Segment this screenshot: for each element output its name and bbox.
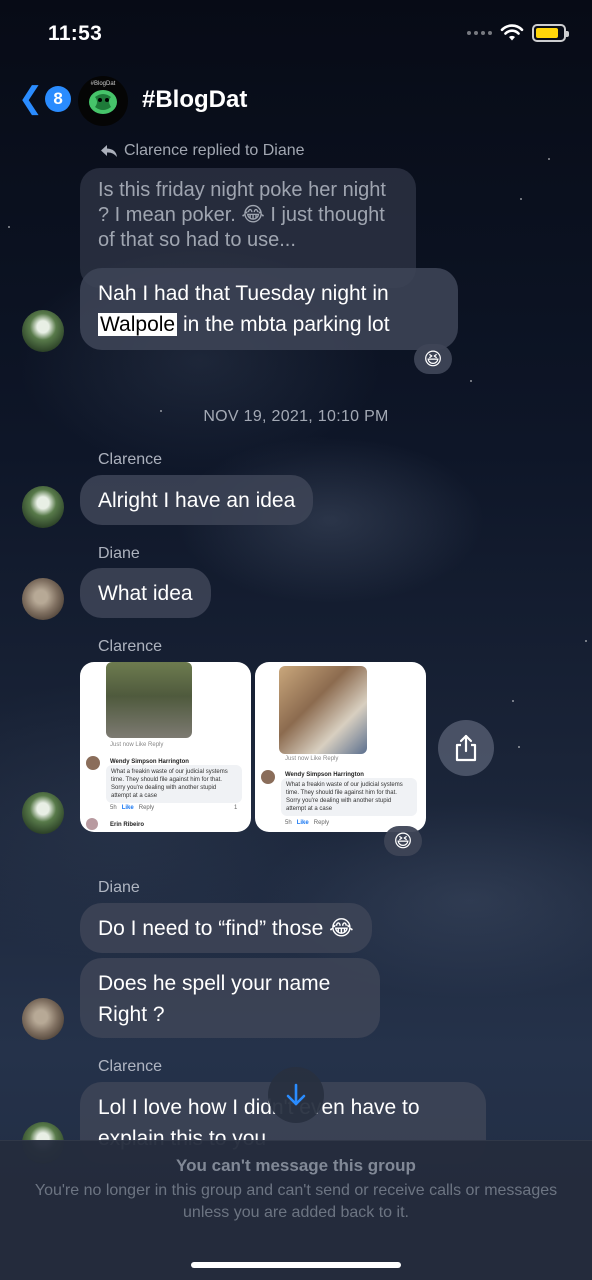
home-indicator[interactable] bbox=[191, 1262, 401, 1268]
quoted-message-text: Is this friday night poke her night ? I … bbox=[98, 179, 386, 251]
avatar[interactable] bbox=[22, 310, 64, 352]
message-bubble[interactable]: What idea bbox=[80, 568, 211, 618]
avatar bbox=[261, 770, 275, 784]
image-attachment[interactable]: Just now Like Reply Wendy Simpson Harrin… bbox=[80, 662, 251, 832]
group-logo-icon bbox=[89, 90, 117, 114]
status-icons bbox=[467, 24, 569, 42]
reaction-badge[interactable]: 😆 bbox=[384, 826, 422, 856]
avatar[interactable] bbox=[22, 578, 64, 620]
status-time: 11:53 bbox=[48, 22, 103, 45]
avatar[interactable] bbox=[22, 486, 64, 528]
message-text: What idea bbox=[98, 582, 193, 605]
unread-count-badge: 8 bbox=[45, 86, 72, 112]
sender-name: Diane bbox=[98, 545, 140, 562]
message-text: Right ? bbox=[98, 1003, 165, 1026]
comment-like: Like bbox=[121, 805, 134, 811]
message-text: in the mbta parking lot bbox=[182, 313, 390, 336]
avatar[interactable] bbox=[22, 998, 64, 1040]
message-bubble[interactable]: Does he spell your name Right ? bbox=[80, 958, 380, 1038]
group-avatar[interactable]: #BlogDat bbox=[78, 76, 128, 126]
scroll-to-bottom-button[interactable] bbox=[268, 1067, 324, 1123]
comment-meta: Just now Like Reply bbox=[110, 742, 164, 748]
group-title[interactable]: #BlogDat bbox=[142, 86, 247, 114]
date-separator: NOV 19, 2021, 10:10 PM bbox=[203, 408, 389, 425]
arrow-down-icon bbox=[286, 1083, 306, 1106]
share-icon bbox=[455, 734, 477, 762]
comment-actions: 5h Like Reply bbox=[110, 805, 154, 811]
comment-reply: Reply bbox=[138, 805, 155, 811]
comment-time: 5h bbox=[110, 805, 117, 811]
chevron-left-icon: ❮ bbox=[18, 82, 44, 115]
comment-meta: Just now Like Reply bbox=[285, 756, 339, 762]
sender-name: Clarence bbox=[98, 1058, 163, 1075]
comment-text: What a freakin waste of our judicial sys… bbox=[106, 765, 242, 803]
message-text: Does he spell your name bbox=[98, 972, 331, 995]
avatar bbox=[86, 756, 100, 770]
signal-icon bbox=[467, 31, 492, 35]
sender-name: Clarence bbox=[98, 451, 163, 468]
reply-hint: Clarence replied to Diane bbox=[100, 142, 305, 160]
share-button[interactable] bbox=[438, 720, 494, 776]
comment-like: Like bbox=[296, 820, 309, 826]
back-button[interactable]: ❮ 8 bbox=[18, 82, 72, 115]
photo bbox=[106, 662, 192, 738]
message-bubble[interactable]: Alright I have an idea bbox=[80, 475, 314, 525]
message-bubble[interactable]: Nah I had that Tuesday night in Walpole … bbox=[80, 268, 458, 350]
photo bbox=[279, 666, 367, 754]
comment-time: 5h bbox=[285, 820, 292, 826]
composer-disabled-banner: You can't message this group You're no l… bbox=[0, 1140, 592, 1280]
banner-title: You can't message this group bbox=[176, 1156, 416, 1175]
reply-arrow-icon bbox=[101, 145, 117, 157]
reaction-count: 1 bbox=[234, 805, 238, 811]
avatar[interactable] bbox=[22, 792, 64, 834]
avatar bbox=[86, 818, 98, 830]
message-bubble[interactable]: Do I need to “find” those 😂 bbox=[80, 903, 372, 953]
image-attachment[interactable]: Just now Like Reply Wendy Simpson Harrin… bbox=[255, 662, 426, 832]
comment-actions: 5h Like Reply bbox=[285, 820, 329, 826]
battery-icon bbox=[532, 24, 569, 42]
highlighted-word: Walpole bbox=[98, 313, 178, 336]
sender-name: Clarence bbox=[98, 638, 163, 655]
message-text: Alright I have an idea bbox=[98, 489, 296, 512]
reaction-badge[interactable]: 😆 bbox=[414, 344, 452, 374]
commenter-name: Erin Ribeiro bbox=[110, 822, 145, 828]
sender-name: Diane bbox=[98, 879, 140, 896]
comment-text: What a freakin waste of our judicial sys… bbox=[281, 778, 417, 816]
comment-reply: Reply bbox=[313, 820, 330, 826]
reply-hint-text: Clarence replied to Diane bbox=[124, 142, 305, 159]
message-text: Do I need to “find” those 😂 bbox=[98, 917, 354, 940]
message-text: Nah I had that Tuesday night in bbox=[98, 282, 389, 305]
banner-body: You're no longer in this group and can't… bbox=[34, 1182, 558, 1221]
wifi-icon bbox=[500, 24, 524, 41]
